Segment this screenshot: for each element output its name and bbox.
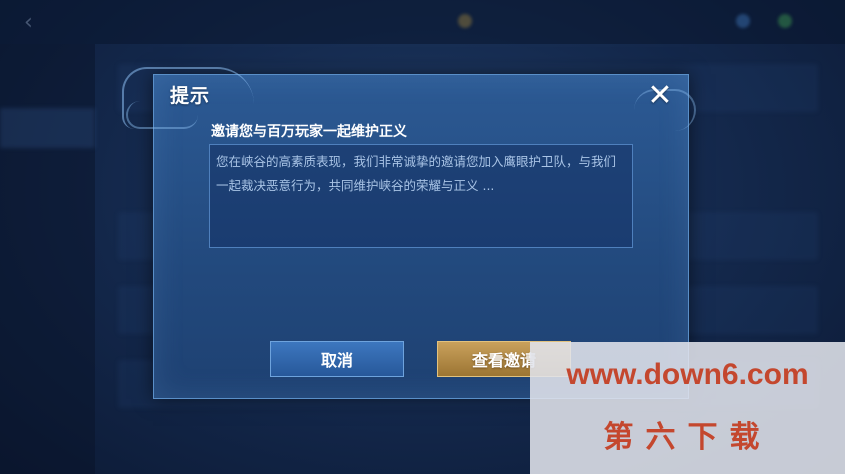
- cancel-button-label: 取消: [320, 351, 353, 370]
- background-blue-icon: [736, 14, 750, 28]
- background-topbar: [0, 0, 845, 44]
- message-box: 您在峡谷的高素质表现，我们非常诚挚的邀请您加入鹰眼护卫队，与我们一起裁决恶意行为…: [209, 144, 633, 248]
- back-arrow-icon: ‹: [24, 10, 33, 35]
- watermark-url: www.down6.com: [566, 358, 809, 391]
- background-green-icon: [778, 14, 792, 28]
- close-button[interactable]: ✕: [644, 77, 676, 113]
- background-gold-icon: [458, 14, 472, 28]
- message-body: 您在峡谷的高素质表现，我们非常诚挚的邀请您加入鹰眼护卫队，与我们一起裁决恶意行为…: [216, 154, 617, 193]
- message-title: 邀请您与百万玩家一起维护正义: [211, 124, 407, 140]
- cancel-button[interactable]: 取消: [270, 341, 404, 377]
- background-sidebar-active: [0, 108, 95, 148]
- watermark-name: 第六下载: [603, 420, 772, 455]
- dialog-title: 提示: [170, 85, 211, 107]
- close-icon: ✕: [647, 77, 673, 113]
- view-invite-button-label: 查看邀请: [471, 351, 536, 370]
- watermark: www.down6.com 第六下载: [530, 342, 845, 474]
